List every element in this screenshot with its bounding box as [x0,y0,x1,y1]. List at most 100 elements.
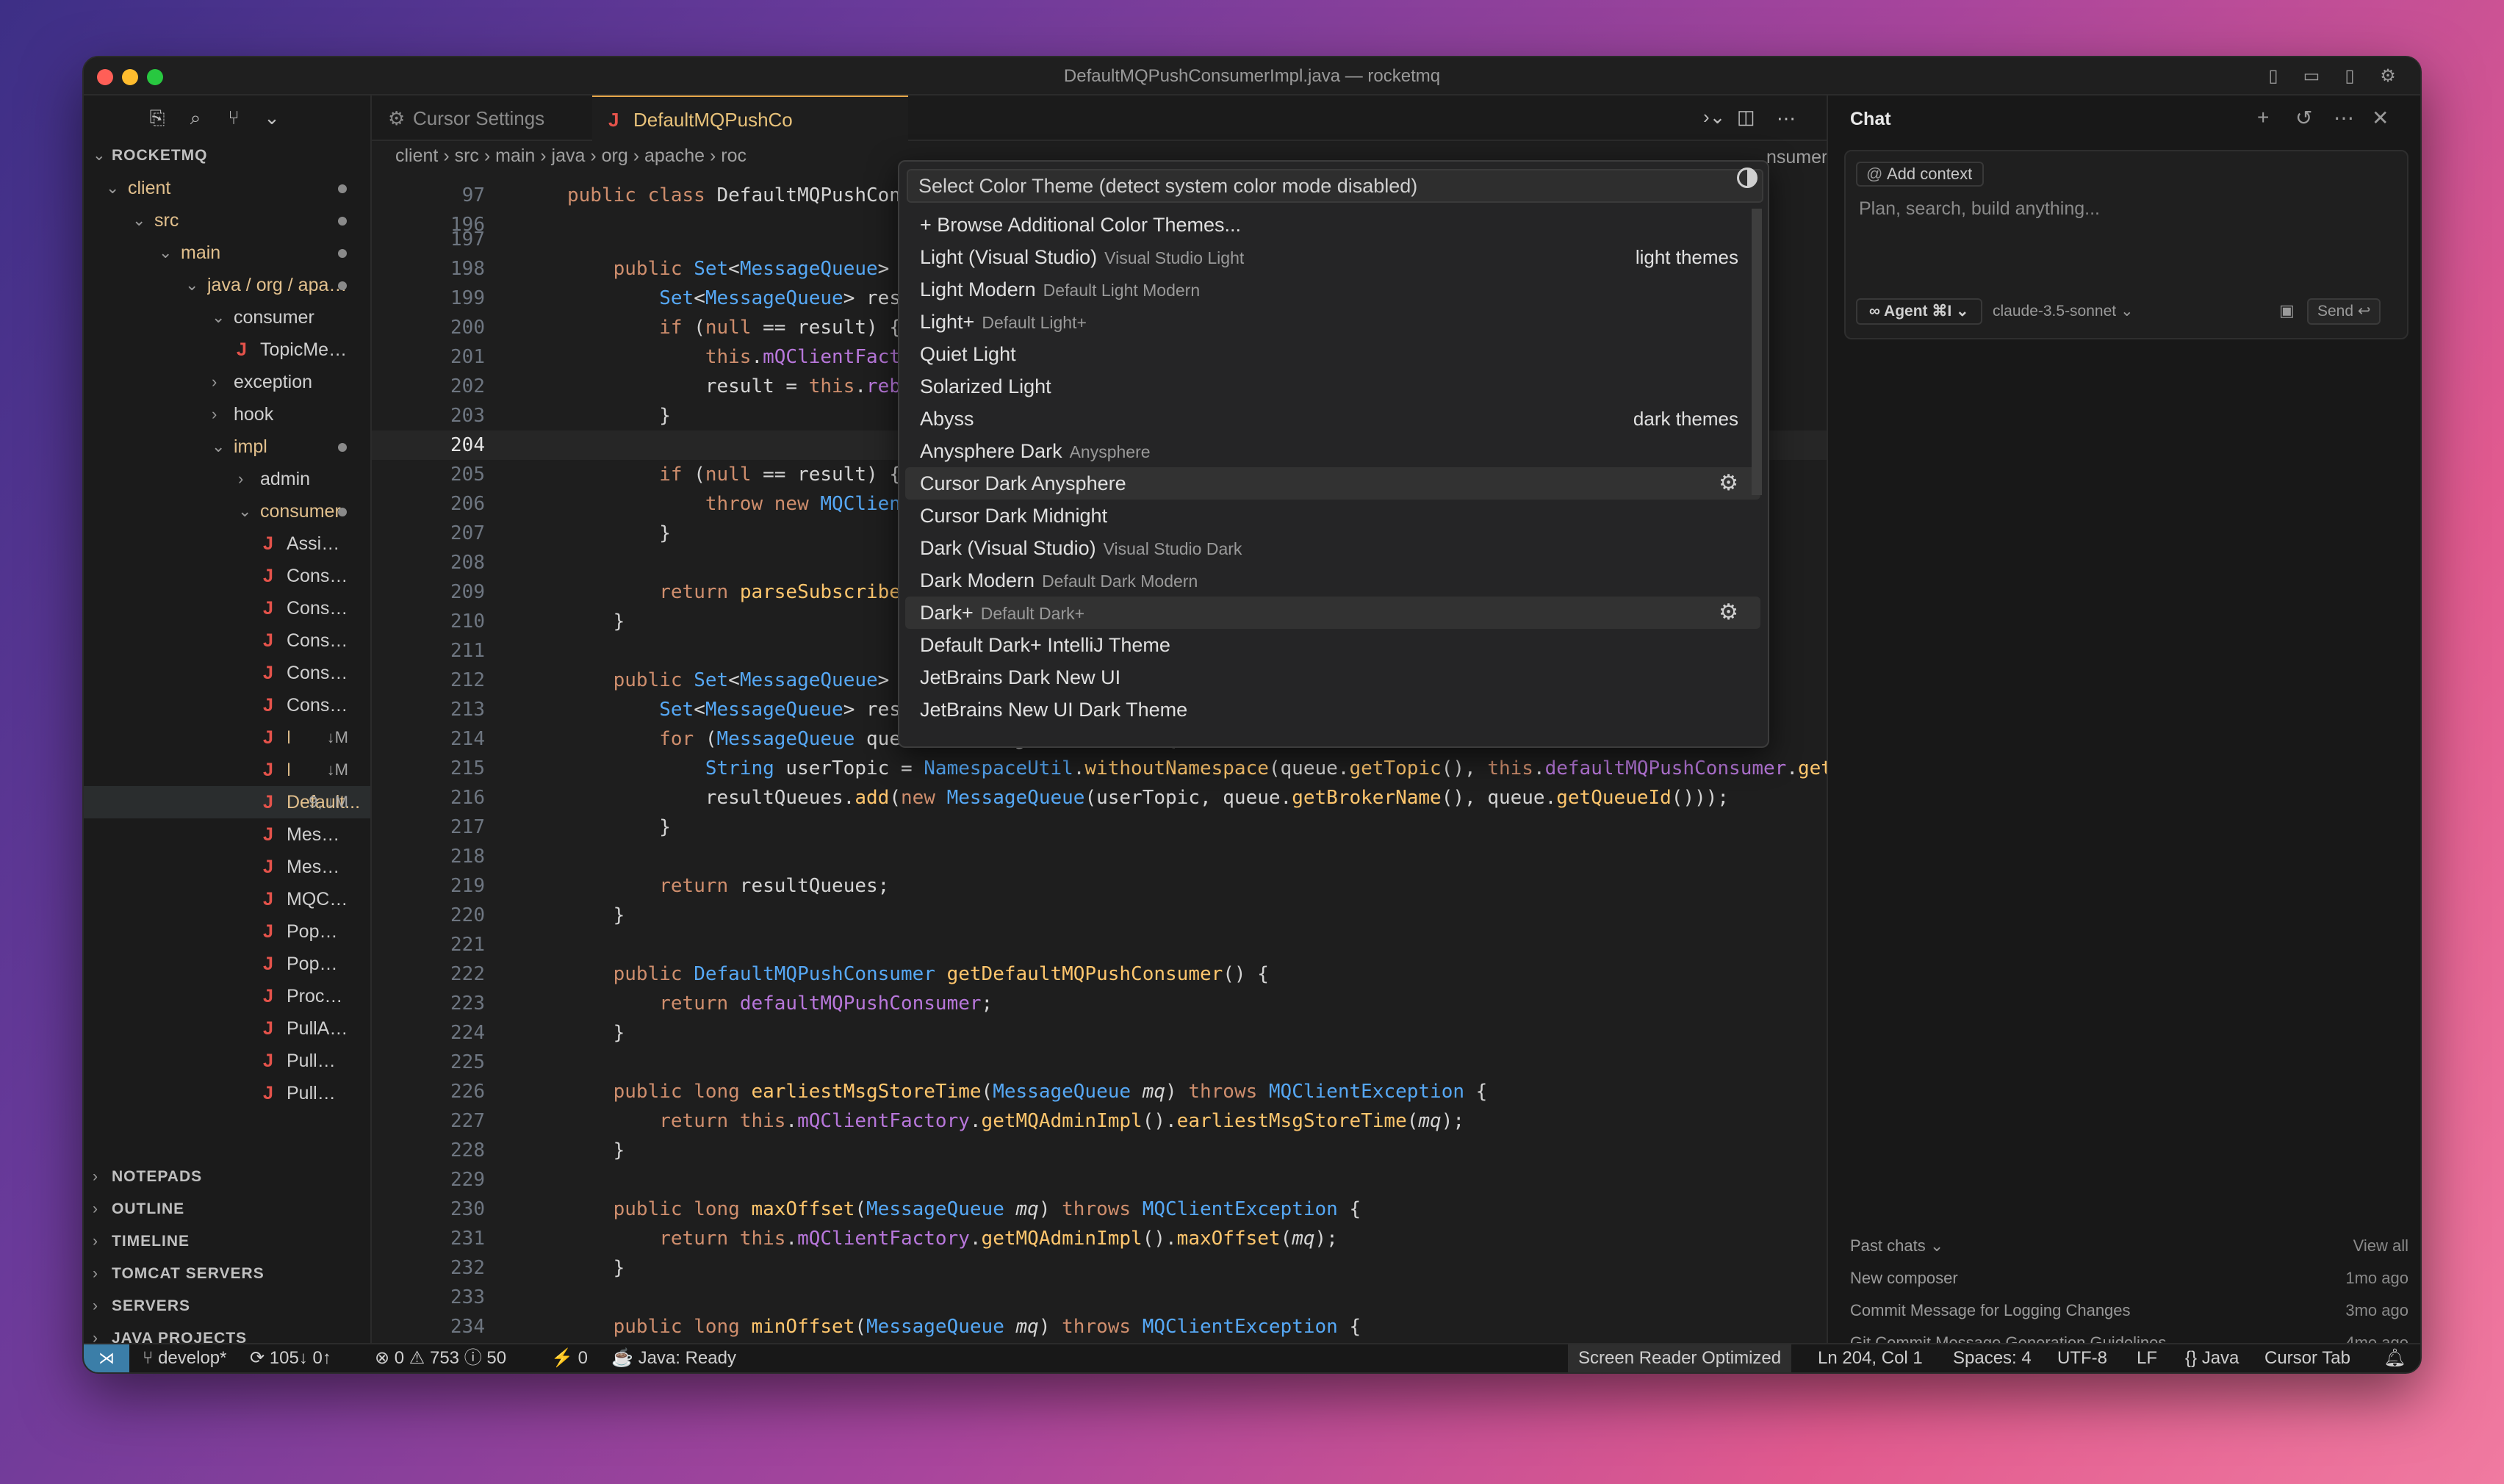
sidebar-section[interactable]: › NOTEPADS [84,1161,370,1193]
view-all-link[interactable]: View all [2353,1230,2408,1262]
code-line[interactable]: 232 } [372,1253,1827,1283]
files-icon[interactable]: ⎘ [145,106,169,129]
file-tree-folder[interactable]: ⌄ impl [84,431,370,463]
code-line[interactable]: 221 [372,930,1827,959]
code-line[interactable]: 231 return this.mQClientFactory.getMQAdm… [372,1224,1827,1253]
file-tree-file[interactable]: J Default... 9, ↓M [84,786,370,818]
encoding[interactable]: UTF-8 [2057,1344,2107,1372]
theme-option[interactable]: Light Modern Default Light Modern [905,273,1760,306]
search-icon[interactable]: ⌕ [184,106,207,129]
theme-option[interactable]: JetBrains New UI Dark Theme [905,694,1760,726]
theme-option[interactable]: Dark (Visual Studio) Visual Studio Dark [905,532,1760,564]
language-mode[interactable]: {} Java [2185,1344,2239,1372]
code-line[interactable]: 223 return defaultMQPushConsumer; [372,989,1827,1018]
bell-icon[interactable]: 🔔︎ [2384,1344,2406,1372]
explorer-root[interactable]: ⌄ ROCKETMQ [84,140,370,172]
more-icon[interactable]: ⋯ [2334,106,2354,130]
file-tree-folder[interactable]: › admin [84,463,370,495]
code-line[interactable]: 230 public long maxOffset(MessageQueue m… [372,1195,1827,1224]
sidebar-section[interactable]: › OUTLINE [84,1193,370,1225]
close-icon[interactable]: ✕ [2372,106,2389,130]
chevron-down-icon[interactable]: ⌄ [260,106,284,129]
file-tree-file[interactable]: J AssignedMessag... [84,527,370,560]
tab-defaultmqpushconsumerimpl[interactable]: J DefaultMQPushCo [592,96,908,141]
code-line[interactable]: 219 return resultQueues; [372,871,1827,901]
code-line[interactable]: 216 resultQueues.add(new MessageQueue(us… [372,783,1827,813]
new-chat-icon[interactable]: + [2257,106,2269,129]
code-line[interactable]: 220 } [372,901,1827,930]
file-tree-file[interactable]: J DefaultLit... ↓M [84,721,370,754]
file-tree-file[interactable]: J ConsumeMessa... [84,689,370,721]
image-icon[interactable]: ▣ [2279,301,2295,320]
gear-icon[interactable]: ⚙ [1719,597,1738,629]
more-actions-icon[interactable]: ⋯ [1777,107,1796,130]
file-tree-file[interactable]: J PullMessageSer... [84,1045,370,1077]
indentation[interactable]: Spaces: 4 [1953,1344,2032,1372]
code-line[interactable]: 233 [372,1283,1827,1312]
theme-option[interactable]: Light+ Default Light+ [905,306,1760,338]
theme-option[interactable]: JetBrains Dark New UI [905,661,1760,694]
breadcrumb-item[interactable]: client [395,145,438,166]
quick-pick-scrollbar[interactable] [1752,209,1762,495]
file-tree-file[interactable]: J TopicMessageQu... [84,334,370,366]
toggle-primary-sidebar-icon[interactable]: ▯ [2263,66,2284,87]
agent-mode-dropdown[interactable]: ∞ Agent ⌘I ⌄ [1856,298,1982,325]
theme-option[interactable]: Quiet Light [905,338,1760,370]
gear-icon[interactable]: ⚙ [1719,467,1738,500]
color-mode-toggle-icon[interactable] [1737,168,1758,188]
file-tree-file[interactable]: J MQConsumerInn... [84,883,370,915]
code-line[interactable]: 234 public long minOffset(MessageQueue m… [372,1312,1827,1341]
theme-option[interactable]: Abyss dark themes [905,403,1760,435]
past-chat-item[interactable]: New composer 1mo ago [1850,1262,2408,1294]
branch-item[interactable]: ⑂ develop* [143,1344,227,1372]
problems-item[interactable]: ⊗ 0 ⚠ 753 ⓘ 50 [375,1344,506,1372]
code-line[interactable]: 226 public long earliestMsgStoreTime(Mes… [372,1077,1827,1106]
theme-option[interactable]: Light (Visual Studio) Visual Studio Light… [905,241,1760,273]
past-chats-label[interactable]: Past chats [1850,1236,1926,1255]
quick-pick-input[interactable]: Select Color Theme (detect system color … [907,169,1763,203]
theme-option[interactable]: Dark+ Default Dark+ ⚙ [905,597,1760,629]
file-tree-folder[interactable]: ⌄ java / org / apac... [84,269,370,301]
file-tree-folder[interactable]: ⌄ consumer [84,301,370,334]
file-tree-folder[interactable]: ⌄ client [84,172,370,204]
code-line[interactable]: 222 public DefaultMQPushConsumer getDefa… [372,959,1827,989]
breadcrumb-item[interactable]: org [602,145,628,166]
code-line[interactable]: 218 [372,842,1827,871]
code-line[interactable]: 217 } [372,813,1827,842]
java-status-item[interactable]: ☕ Java: Ready [611,1344,736,1372]
sidebar-section[interactable]: › TOMCAT SERVERS [84,1258,370,1290]
file-tree-folder[interactable]: ⌄ src [84,204,370,237]
cursor-position[interactable]: Ln 204, Col 1 [1818,1344,1923,1372]
eol[interactable]: LF [2137,1344,2157,1372]
chat-input[interactable]: Plan, search, build anything... [1859,198,2100,220]
file-tree-file[interactable]: J ProcessQueue.ja... [84,980,370,1012]
toggle-sidebar-icon[interactable]: ▯ [2339,66,2360,87]
code-line[interactable]: 225 [372,1048,1827,1077]
theme-option[interactable]: Cursor Dark Anysphere ⚙ [905,467,1760,500]
split-editor-icon[interactable]: ◫ [1737,106,1755,129]
file-tree-file[interactable]: J PopRequest.java [84,948,370,980]
sync-item[interactable]: ⟳ 105↓ 0↑ [250,1344,331,1372]
theme-option[interactable]: Default Dark+ IntelliJ Theme [905,629,1760,661]
theme-option[interactable]: + Browse Additional Color Themes... [905,209,1760,241]
file-tree-file[interactable]: J PullRequest.java [84,1077,370,1109]
remote-icon[interactable]: ⋊ [84,1344,129,1372]
file-tree-file[interactable]: J ConsumeMessa... [84,657,370,689]
code-line[interactable]: 228 } [372,1136,1827,1165]
history-icon[interactable]: ↺ [2295,106,2312,130]
theme-option[interactable]: Dark Modern Default Dark Modern [905,564,1760,597]
breadcrumb-item[interactable]: apache [644,145,705,166]
breadcrumb-item[interactable]: main [495,145,535,166]
file-tree-file[interactable]: J PullAPIWrapper.j... [84,1012,370,1045]
source-control-icon[interactable]: ⑂ [222,106,245,129]
sidebar-section[interactable]: › SERVERS [84,1290,370,1322]
toggle-panel-icon[interactable]: ▭ [2301,66,2322,87]
code-line[interactable]: 224 } [372,1018,1827,1048]
file-tree-folder[interactable]: › exception [84,366,370,398]
file-tree-file[interactable]: J ConsumeMessa... [84,560,370,592]
file-tree-file[interactable]: J MessageQueueL... [84,818,370,851]
file-tree-folder[interactable]: ⌄ main [84,237,370,269]
breadcrumb-item[interactable]: java [552,145,586,166]
file-tree-file[interactable]: J PopProcessQue... [84,915,370,948]
theme-option[interactable]: Solarized Light [905,370,1760,403]
